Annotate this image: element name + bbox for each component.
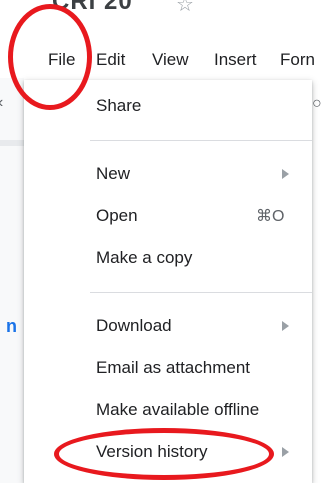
file-menu-dropdown: Share New Open ⌘O Make a copy Download E… xyxy=(24,80,312,483)
menu-item-share[interactable]: Share xyxy=(96,96,141,116)
chevron-left-icon: ‹ xyxy=(0,94,3,112)
menu-item-open[interactable]: Open xyxy=(96,206,138,226)
submenu-arrow-icon xyxy=(282,447,289,457)
annotation-circle-file xyxy=(8,4,92,110)
menu-item-new[interactable]: New xyxy=(96,164,130,184)
annotation-circle-version-history xyxy=(54,428,274,480)
menu-divider xyxy=(90,292,312,293)
left-gutter xyxy=(0,78,24,483)
shortcut-open: ⌘O xyxy=(256,208,285,225)
menu-divider xyxy=(90,140,312,141)
submenu-arrow-icon xyxy=(282,169,289,179)
background-icon: ○ xyxy=(312,95,322,112)
background-text: n xyxy=(6,316,17,336)
menu-view[interactable]: View xyxy=(152,50,189,70)
menu-item-email-attachment[interactable]: Email as attachment xyxy=(96,358,250,378)
menu-insert[interactable]: Insert xyxy=(214,50,257,70)
menu-item-make-copy[interactable]: Make a copy xyxy=(96,248,192,268)
menu-edit[interactable]: Edit xyxy=(96,50,125,70)
menu-item-offline[interactable]: Make available offline xyxy=(96,400,259,420)
star-icon[interactable]: ☆ xyxy=(176,0,194,17)
menu-format[interactable]: Forn xyxy=(280,50,315,70)
submenu-arrow-icon xyxy=(282,321,289,331)
menu-item-download[interactable]: Download xyxy=(96,316,172,336)
